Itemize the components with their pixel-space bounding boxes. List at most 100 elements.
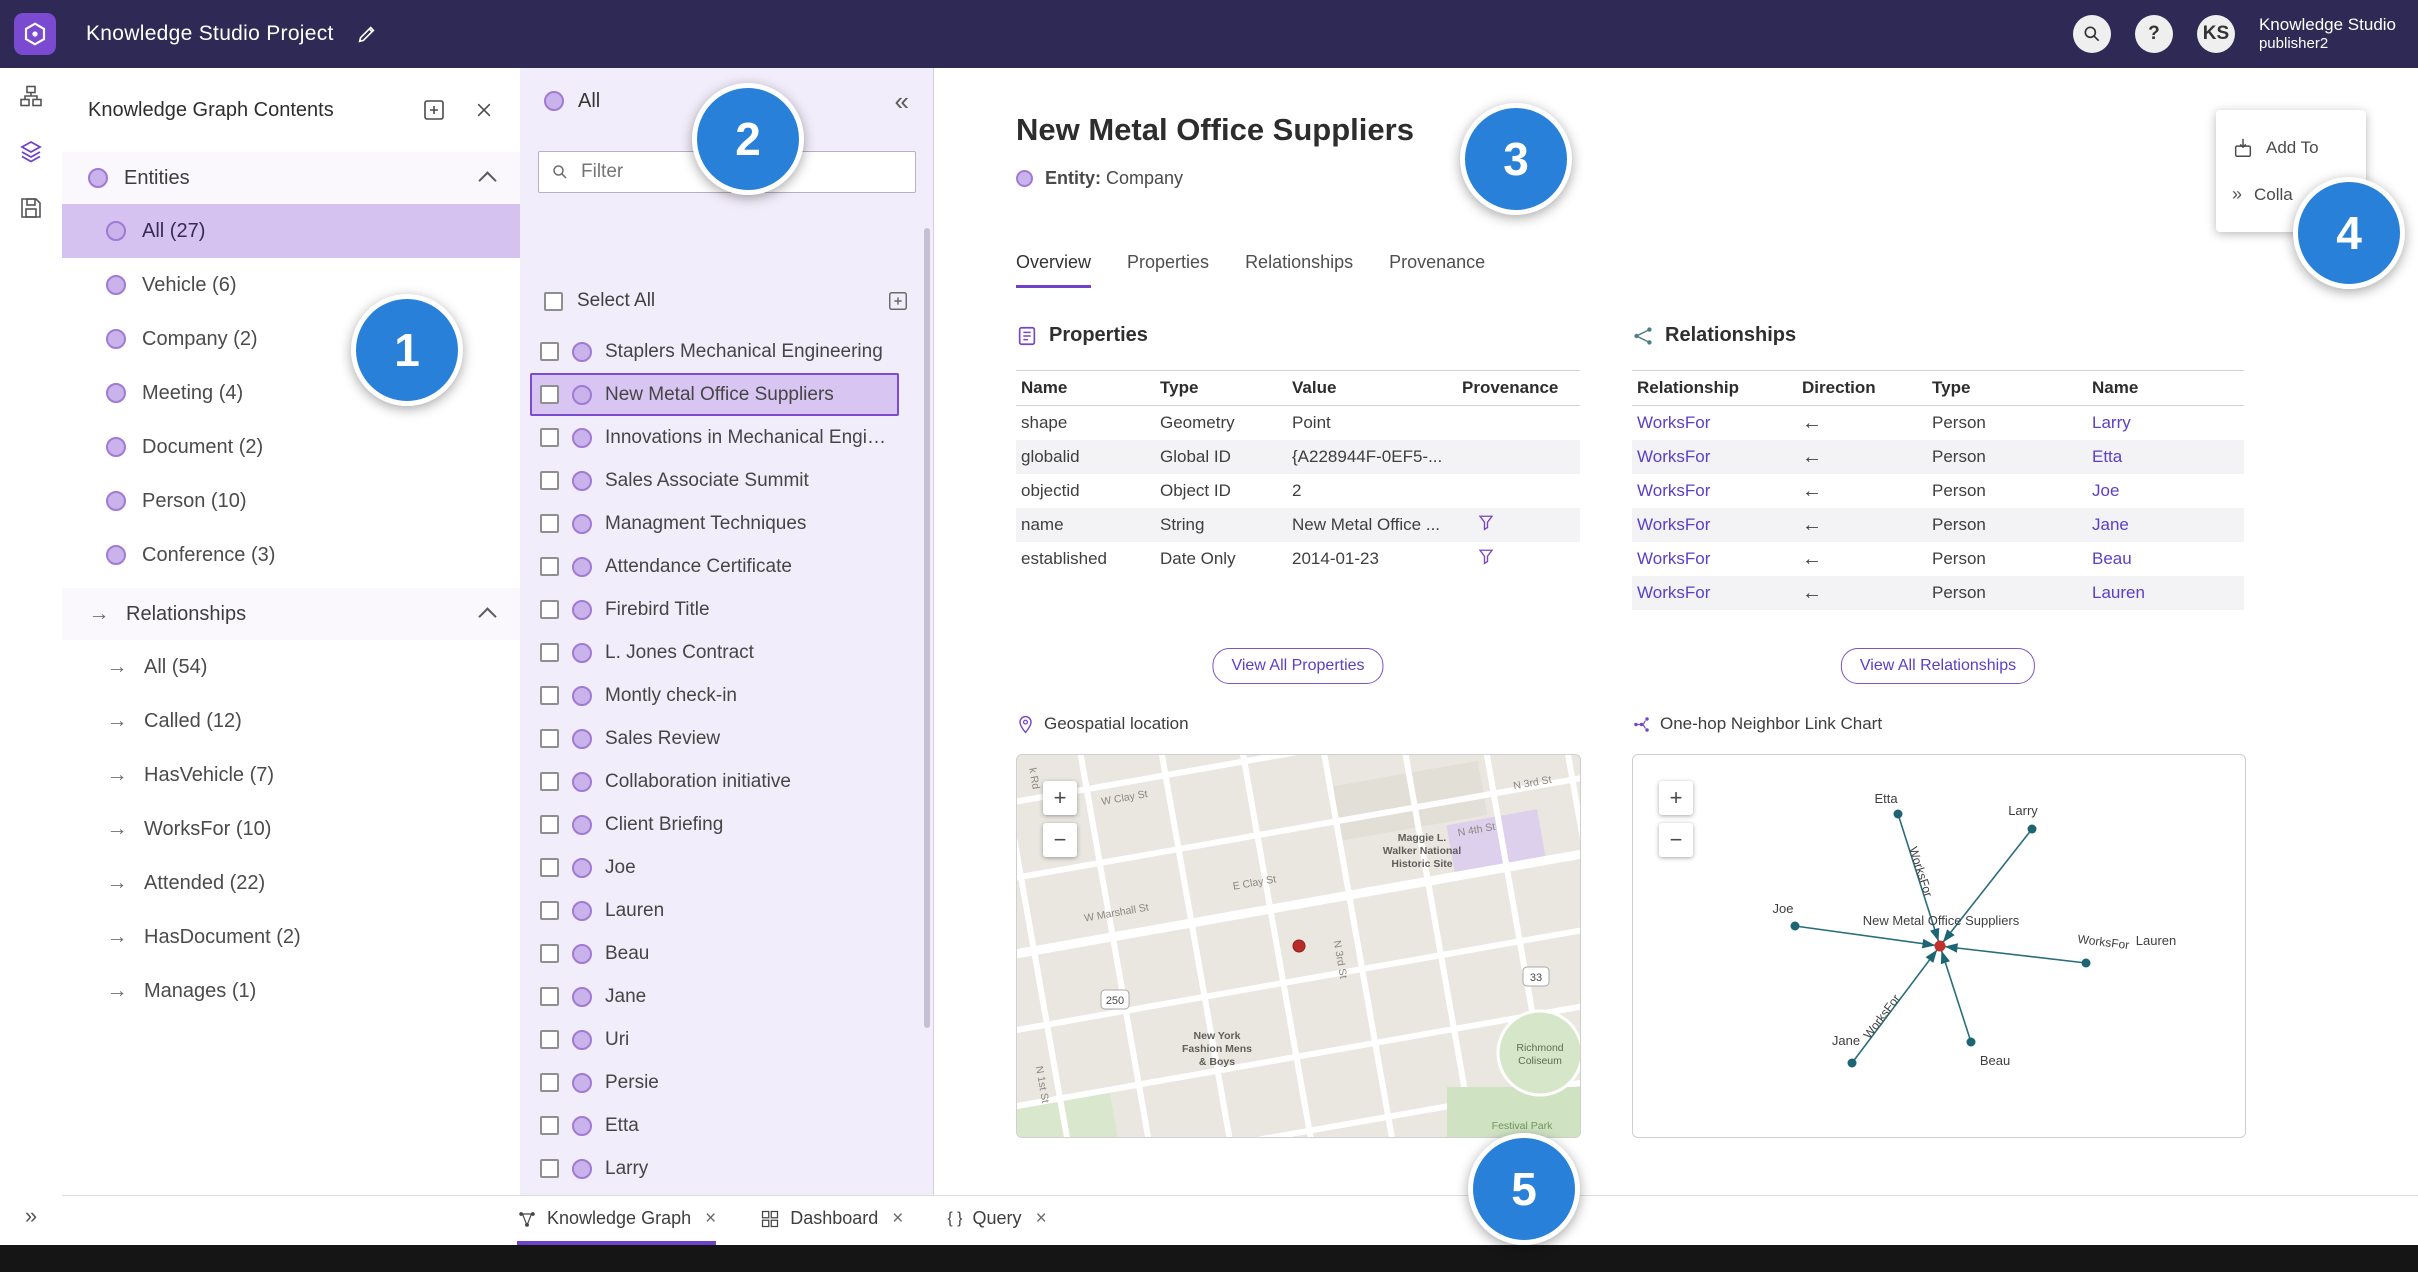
node-larry[interactable] bbox=[2027, 824, 2037, 834]
item-checkbox[interactable] bbox=[540, 944, 559, 963]
item-checkbox[interactable] bbox=[540, 385, 559, 404]
close-tab-icon[interactable]: × bbox=[705, 1208, 716, 1230]
chart-zoom-in-button[interactable]: + bbox=[1659, 781, 1693, 815]
relationship-link[interactable]: WorksFor bbox=[1632, 583, 1797, 603]
help-button[interactable]: ? bbox=[2134, 15, 2173, 53]
relationship-item-called[interactable]: → Called (12) bbox=[62, 694, 520, 748]
node-beau[interactable] bbox=[1966, 1037, 1976, 1047]
collapse-panel-button[interactable]: « bbox=[895, 86, 909, 117]
tab-properties[interactable]: Properties bbox=[1127, 252, 1209, 288]
close-tab-icon[interactable]: × bbox=[1036, 1208, 1047, 1230]
relationships-section-header[interactable]: → Relationships bbox=[62, 588, 520, 640]
relationship-link[interactable]: WorksFor bbox=[1632, 515, 1797, 535]
provenance-icon[interactable] bbox=[1477, 548, 1495, 566]
item-checkbox[interactable] bbox=[540, 557, 559, 576]
list-item[interactable]: Client Briefing bbox=[530, 803, 899, 846]
person-link[interactable]: Beau bbox=[2087, 549, 2244, 569]
view-all-properties-button[interactable]: View All Properties bbox=[1212, 648, 1384, 684]
list-item[interactable]: Joe bbox=[530, 846, 899, 889]
person-link[interactable]: Jane bbox=[2087, 515, 2244, 535]
chart-zoom-out-button[interactable]: − bbox=[1659, 823, 1693, 857]
close-panel-button[interactable] bbox=[474, 100, 494, 120]
item-checkbox[interactable] bbox=[540, 342, 559, 361]
item-checkbox[interactable] bbox=[540, 471, 559, 490]
entities-section-header[interactable]: Entities bbox=[62, 152, 520, 204]
map-zoom-out-button[interactable]: − bbox=[1043, 823, 1077, 857]
entity-item-document[interactable]: Document (2) bbox=[62, 420, 520, 474]
list-item[interactable]: Managment Techniques bbox=[530, 502, 899, 545]
item-checkbox[interactable] bbox=[540, 1073, 559, 1092]
edit-title-button[interactable] bbox=[356, 23, 378, 45]
hierarchy-tool-button[interactable] bbox=[0, 68, 62, 124]
save-tool-button[interactable] bbox=[0, 180, 62, 236]
list-item[interactable]: Collaboration initiative bbox=[530, 760, 899, 803]
item-checkbox[interactable] bbox=[540, 815, 559, 834]
tab-knowledge-graph[interactable]: Knowledge Graph × bbox=[517, 1196, 717, 1245]
list-item[interactable]: Lauren bbox=[530, 889, 899, 932]
tab-query[interactable]: { } Query × bbox=[947, 1196, 1046, 1245]
list-item[interactable]: Sales Review bbox=[530, 717, 899, 760]
layers-tool-button[interactable] bbox=[0, 124, 62, 180]
item-checkbox[interactable] bbox=[540, 901, 559, 920]
entity-item-conference[interactable]: Conference (3) bbox=[62, 528, 520, 582]
item-checkbox[interactable] bbox=[540, 858, 559, 877]
list-item[interactable]: L. Jones Contract bbox=[530, 631, 899, 674]
entity-item-all[interactable]: All (27) bbox=[62, 204, 520, 258]
node-joe[interactable] bbox=[1790, 921, 1800, 931]
new-card-button[interactable] bbox=[422, 98, 446, 122]
relationship-link[interactable]: WorksFor bbox=[1632, 481, 1797, 501]
entity-item-person[interactable]: Person (10) bbox=[62, 474, 520, 528]
geospatial-map[interactable]: + − 250 33 N 3rd St N 4th St E Clay St W… bbox=[1016, 754, 1581, 1138]
item-checkbox[interactable] bbox=[540, 1030, 559, 1049]
list-item[interactable]: Innovations in Mechanical Engin... bbox=[530, 416, 899, 459]
provenance-icon[interactable] bbox=[1477, 514, 1495, 532]
list-item[interactable]: Sales Associate Summit bbox=[530, 459, 899, 502]
avatar[interactable]: KS bbox=[2196, 15, 2235, 53]
relationship-item-hasvehicle[interactable]: → HasVehicle (7) bbox=[62, 748, 520, 802]
search-button[interactable] bbox=[2072, 15, 2111, 53]
item-checkbox[interactable] bbox=[540, 600, 559, 619]
relationship-link[interactable]: WorksFor bbox=[1632, 413, 1797, 433]
node-etta[interactable] bbox=[1893, 809, 1903, 819]
list-item[interactable]: Attendance Certificate bbox=[530, 545, 899, 588]
relationship-link[interactable]: WorksFor bbox=[1632, 447, 1797, 467]
tab-provenance[interactable]: Provenance bbox=[1389, 252, 1485, 288]
list-item[interactable]: Staplers Mechanical Engineering bbox=[530, 330, 899, 373]
add-selection-button[interactable] bbox=[887, 290, 909, 312]
one-hop-link-chart[interactable]: + − Etta Larry Joe Jane Beau Lauren New … bbox=[1632, 754, 2246, 1138]
select-all-checkbox[interactable] bbox=[544, 291, 563, 311]
list-item[interactable]: Larry bbox=[530, 1147, 899, 1190]
relationship-item-worksfor[interactable]: → WorksFor (10) bbox=[62, 802, 520, 856]
close-tab-icon[interactable]: × bbox=[892, 1208, 903, 1230]
tab-overview[interactable]: Overview bbox=[1016, 252, 1092, 288]
list-item[interactable]: Montly check-in bbox=[530, 674, 899, 717]
item-checkbox[interactable] bbox=[540, 729, 559, 748]
list-item-selected[interactable]: New Metal Office Suppliers bbox=[530, 373, 899, 416]
relationship-item-hasdocument[interactable]: → HasDocument (2) bbox=[62, 910, 520, 964]
scrollbar-thumb[interactable] bbox=[924, 228, 930, 1028]
tab-dashboard[interactable]: Dashboard × bbox=[760, 1196, 903, 1245]
node-jane[interactable] bbox=[1847, 1058, 1857, 1068]
item-checkbox[interactable] bbox=[540, 686, 559, 705]
item-checkbox[interactable] bbox=[540, 643, 559, 662]
person-link[interactable]: Larry bbox=[2087, 413, 2244, 433]
relationship-item-all[interactable]: → All (54) bbox=[62, 640, 520, 694]
rail-expand-button[interactable]: » bbox=[0, 1203, 62, 1229]
person-link[interactable]: Joe bbox=[2087, 481, 2244, 501]
person-link[interactable]: Lauren bbox=[2087, 583, 2244, 603]
relationship-item-attended[interactable]: → Attended (22) bbox=[62, 856, 520, 910]
linkchart-nodes[interactable] bbox=[1790, 809, 2091, 1068]
relationship-item-manages[interactable]: → Manages (1) bbox=[62, 964, 520, 1018]
list-item[interactable]: Firebird Title bbox=[530, 588, 899, 631]
tab-relationships[interactable]: Relationships bbox=[1245, 252, 1353, 288]
item-checkbox[interactable] bbox=[540, 987, 559, 1006]
item-checkbox[interactable] bbox=[540, 1116, 559, 1135]
item-checkbox[interactable] bbox=[540, 1159, 559, 1178]
add-to-button[interactable]: Add To bbox=[2216, 128, 2366, 168]
relationship-link[interactable]: WorksFor bbox=[1632, 549, 1797, 569]
list-item[interactable]: Uri bbox=[530, 1018, 899, 1061]
item-checkbox[interactable] bbox=[540, 428, 559, 447]
list-item[interactable]: Jane bbox=[530, 975, 899, 1018]
list-item[interactable]: Persie bbox=[530, 1061, 899, 1104]
node-center[interactable] bbox=[1934, 940, 1946, 952]
